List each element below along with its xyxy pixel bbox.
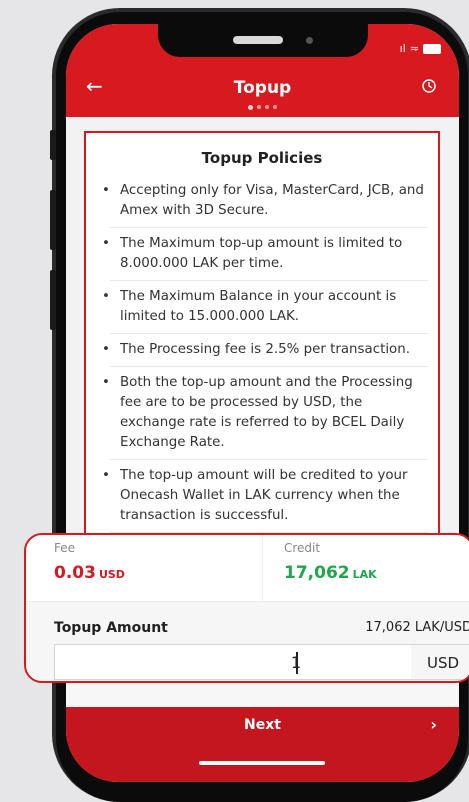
credit-unit: LAK: [352, 568, 377, 581]
policy-item: The Maximum Balance in your account is l…: [102, 281, 428, 334]
page-dot: [257, 105, 261, 109]
page-dot: [265, 105, 269, 109]
exchange-rate: 17,062 LAK/USD: [365, 620, 469, 635]
chevron-right-icon: ›: [430, 715, 437, 734]
bottom-bar: [66, 747, 459, 782]
next-button[interactable]: Next ›: [66, 707, 459, 747]
policy-list: Accepting only for Visa, MasterCard, JCB…: [86, 175, 438, 533]
history-button[interactable]: [421, 78, 437, 94]
fee-label: Fee: [54, 541, 76, 555]
policy-card[interactable]: Topup Policies Accepting only for Visa, …: [84, 131, 440, 561]
amount-section: Topup Amount 17,062 LAK/USD USD: [26, 601, 469, 681]
text-caret: [296, 652, 298, 674]
fee-unit: USD: [98, 568, 125, 581]
topup-panel: Fee 0.03 USD Credit 17,062 LAK Topup Amoun…: [24, 533, 469, 683]
fee-value: 0.03 USD: [54, 563, 125, 583]
page-indicator: [66, 104, 459, 110]
next-label: Next: [244, 717, 281, 733]
status-bar: ıl ≈: [400, 42, 441, 55]
fee-section: Fee 0.03 USD: [26, 535, 263, 601]
front-camera: [306, 37, 313, 44]
currency-select[interactable]: USD: [411, 644, 469, 680]
amount-input[interactable]: [54, 644, 412, 680]
content-area: Topup Policies Accepting only for Visa, …: [66, 117, 459, 561]
notch: [158, 24, 368, 57]
policy-item: Both the top-up amount and the Processin…: [102, 367, 428, 460]
signal-icon: ıl: [399, 42, 406, 55]
fee-amount: 0.03: [54, 563, 96, 583]
page-title: Topup: [233, 78, 292, 98]
home-indicator[interactable]: [199, 761, 325, 765]
wifi-icon: ≈: [409, 42, 419, 55]
app-header: ıl ≈ ← Topup: [66, 24, 459, 117]
policy-item: The Maximum top-up amount is limited to …: [102, 228, 428, 281]
credit-amount: 17,062: [284, 563, 350, 583]
credit-value: 17,062 LAK: [284, 563, 377, 583]
policy-item: The Processing fee is 2.5% per transacti…: [102, 334, 428, 367]
credit-label: Credit: [284, 541, 321, 555]
battery-icon: [423, 43, 441, 54]
credit-section: Credit 17,062 LAK: [262, 535, 469, 601]
speaker-grille: [233, 36, 283, 44]
page-dot: [273, 105, 277, 109]
history-icon: [422, 79, 436, 93]
policy-title: Topup Policies: [201, 149, 323, 167]
policy-item: The top-up amount will be credited to yo…: [102, 460, 428, 533]
policy-item: Accepting only for Visa, MasterCard, JCB…: [102, 175, 428, 228]
page-dot-active: [248, 104, 253, 110]
amount-label: Topup Amount: [54, 620, 168, 636]
